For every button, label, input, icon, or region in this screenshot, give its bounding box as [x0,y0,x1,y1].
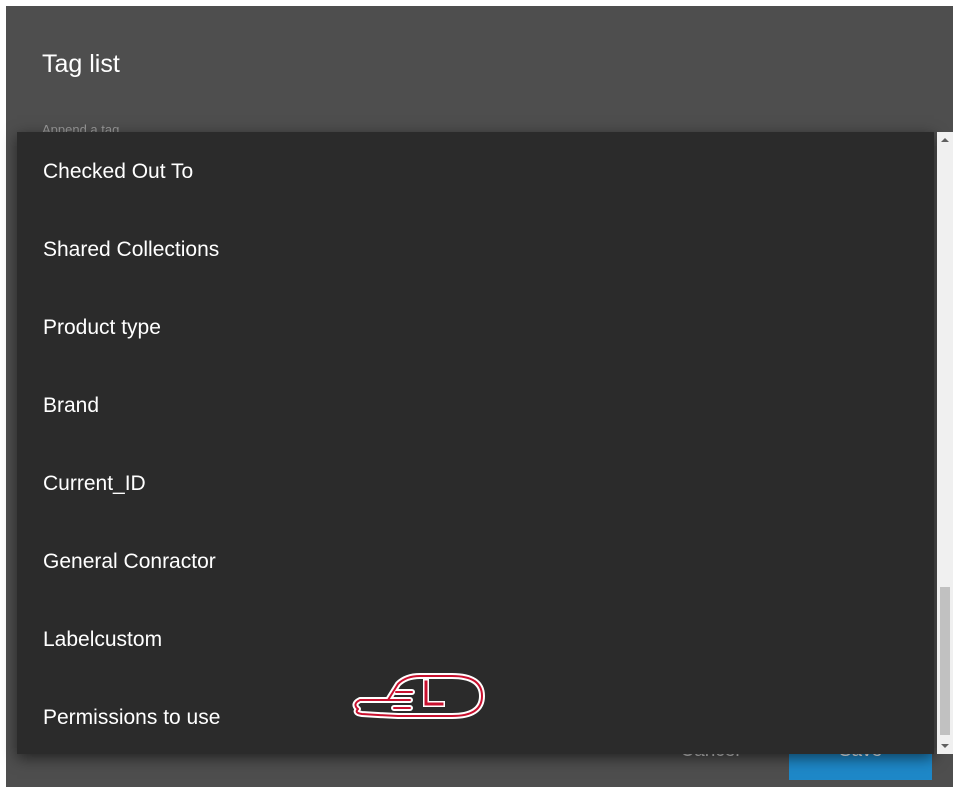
dropdown-option-current-id[interactable]: Current_ID [43,469,743,499]
dropdown-option-shared-collections[interactable]: Shared Collections [43,235,743,265]
dropdown-scrollbar[interactable] [937,132,953,754]
scrollbar-thumb[interactable] [940,587,950,735]
dropdown-option-brand[interactable]: Brand [43,391,743,421]
dropdown-option-labelcustom[interactable]: Labelcustom [43,625,743,655]
scroll-down-arrow-icon[interactable] [937,738,953,754]
tag-dropdown-list: Checked Out To Shared Collections Produc… [17,132,934,754]
dialog-title: Tag list [42,50,120,78]
dropdown-option-permissions-to-use[interactable]: Permissions to use [43,703,743,733]
dropdown-option-checked-out-to[interactable]: Checked Out To [43,157,743,187]
dropdown-option-general-conractor[interactable]: General Conractor [43,547,743,577]
scroll-up-arrow-icon[interactable] [937,132,953,148]
dropdown-option-product-type[interactable]: Product type [43,313,743,343]
